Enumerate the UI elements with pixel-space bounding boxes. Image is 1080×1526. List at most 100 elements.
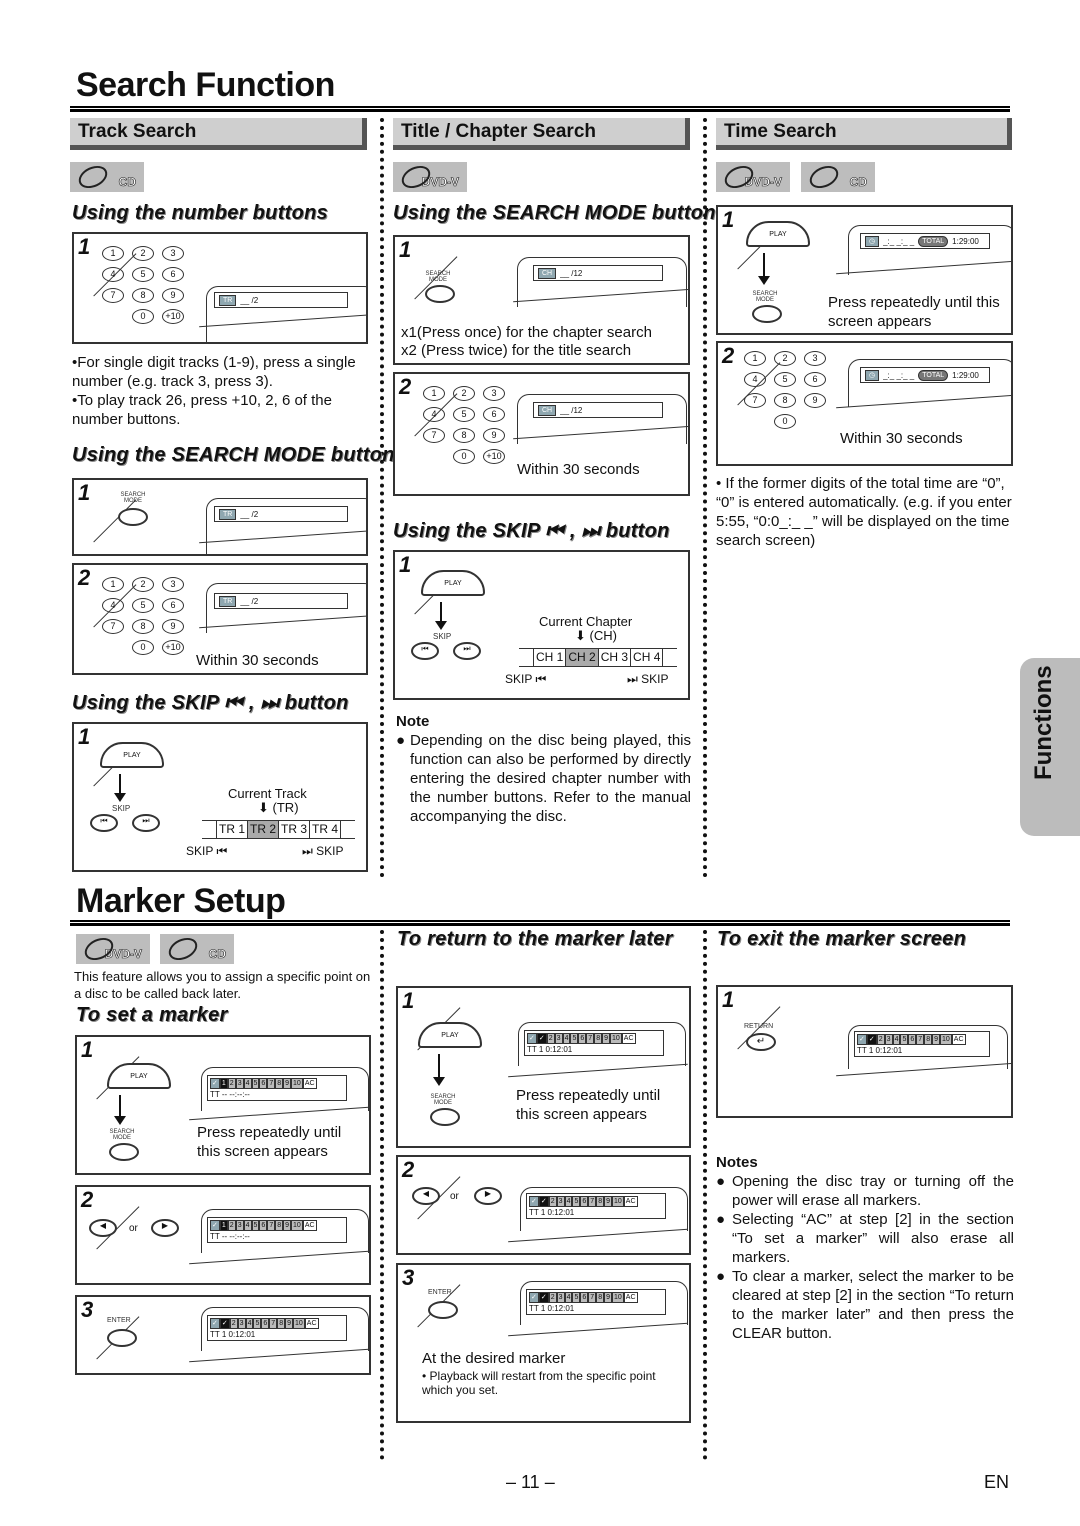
- key-4[interactable]: 4: [102, 267, 124, 282]
- marker-slot: 8: [596, 1292, 605, 1303]
- search-mode-button[interactable]: [118, 508, 148, 526]
- return-button[interactable]: ↵: [746, 1033, 776, 1051]
- key-1[interactable]: 1: [102, 577, 124, 592]
- search-mode-button[interactable]: [425, 285, 455, 303]
- marker-slot: AC: [623, 1196, 638, 1207]
- right-arrow-button[interactable]: ▶: [474, 1187, 502, 1205]
- step-box: 2 123 456 789 0 ◷ _:_ _:_ _ TOTAL 1:29:00 W…: [716, 341, 1013, 466]
- skip-prev-button[interactable]: ⏮: [90, 814, 118, 832]
- page-title-marker-setup: Marker Setup: [76, 882, 286, 920]
- key-4[interactable]: 4: [744, 372, 766, 387]
- key-8[interactable]: 8: [453, 428, 475, 443]
- key-5[interactable]: 5: [774, 372, 796, 387]
- key-1[interactable]: 1: [744, 351, 766, 366]
- step-box: 2 ◀ or ▶ ✓ ✓ 2 3 4 5 6 7 8 9 10 AC TT 1 0:12:01: [396, 1155, 691, 1255]
- marker-slot: 4: [243, 1078, 252, 1089]
- marker-slot: 6: [261, 1318, 270, 1329]
- key-5[interactable]: 5: [453, 407, 475, 422]
- play-button[interactable]: PLAY: [107, 1063, 171, 1089]
- subtitle-skip: Using the SKIP ⏮ , ⏭ button: [393, 520, 670, 542]
- note-item: ● Selecting “AC” at step [2] in the secti…: [716, 1211, 1014, 1266]
- key-7[interactable]: 7: [744, 393, 766, 408]
- key-2[interactable]: 2: [132, 246, 154, 261]
- search-mode-button[interactable]: [109, 1143, 139, 1161]
- play-button[interactable]: PLAY: [100, 742, 164, 768]
- key-1[interactable]: 1: [423, 386, 445, 401]
- search-mode-button[interactable]: [430, 1108, 460, 1126]
- left-arrow-button[interactable]: ◀: [412, 1187, 440, 1205]
- column-divider: [703, 930, 707, 1460]
- key-3[interactable]: 3: [483, 386, 505, 401]
- key-6[interactable]: 6: [483, 407, 505, 422]
- marker-intro: This feature allows you to assign a spec…: [74, 969, 371, 1001]
- skip-next-button[interactable]: ⏭: [132, 814, 160, 832]
- key-0[interactable]: 0: [132, 309, 154, 324]
- check-icon: ✓: [529, 1196, 539, 1207]
- key-0[interactable]: 0: [132, 640, 154, 655]
- marker-slot: 4: [245, 1318, 254, 1329]
- key-4[interactable]: 4: [423, 407, 445, 422]
- search-mode-button[interactable]: [752, 305, 782, 323]
- play-button[interactable]: PLAY: [746, 221, 810, 247]
- step-box: 1 123 456 789 0 +10 TR __ /2: [72, 232, 368, 344]
- right-arrow-button[interactable]: ▶: [151, 1219, 179, 1237]
- key-5[interactable]: 5: [132, 267, 154, 282]
- marker-slot: 2: [227, 1220, 236, 1231]
- key-3[interactable]: 3: [162, 246, 184, 261]
- subtitle-search-mode: Using the SEARCH MODE button: [72, 444, 395, 466]
- key-8[interactable]: 8: [132, 619, 154, 634]
- play-button[interactable]: PLAY: [418, 1022, 482, 1048]
- skip-next-button[interactable]: ⏭: [453, 642, 481, 660]
- enter-button[interactable]: [428, 1301, 458, 1319]
- key-2[interactable]: 2: [453, 386, 475, 401]
- key-3[interactable]: 3: [804, 351, 826, 366]
- skip-prev-button[interactable]: ⏮: [411, 642, 439, 660]
- key-plus10[interactable]: +10: [162, 640, 184, 655]
- key-8[interactable]: 8: [132, 288, 154, 303]
- section-heading-chapter-search: Title / Chapter Search: [393, 118, 690, 150]
- marker-slot: 2: [546, 1033, 555, 1044]
- marker-strip: ✓ ✓ 2 3 4 5 6 7 8 9 10 AC: [210, 1318, 319, 1329]
- key-9[interactable]: 9: [804, 393, 826, 408]
- key-0[interactable]: 0: [453, 449, 475, 464]
- key-8[interactable]: 8: [774, 393, 796, 408]
- left-arrow-button[interactable]: ◀: [89, 1219, 117, 1237]
- key-1[interactable]: 1: [102, 246, 124, 261]
- key-7[interactable]: 7: [423, 428, 445, 443]
- osd-display: TR __ /2: [214, 506, 348, 522]
- key-9[interactable]: 9: [162, 288, 184, 303]
- key-4[interactable]: 4: [102, 598, 124, 613]
- marker-slot: 1: [219, 1078, 228, 1089]
- key-plus10[interactable]: +10: [483, 449, 505, 464]
- marker-strip: ✓ ✓ 2 3 4 5 6 7 8 9 10 AC: [857, 1034, 966, 1045]
- title-rule: [70, 920, 1010, 926]
- play-button[interactable]: PLAY: [421, 570, 485, 596]
- down-arrow-icon: ⬇: [575, 628, 586, 643]
- key-9[interactable]: 9: [162, 619, 184, 634]
- key-6[interactable]: 6: [804, 372, 826, 387]
- key-3[interactable]: 3: [162, 577, 184, 592]
- check-icon: ✓: [857, 1034, 867, 1045]
- key-plus10[interactable]: +10: [162, 309, 184, 324]
- column-divider: [703, 118, 707, 878]
- marker-slot: 8: [924, 1034, 933, 1045]
- marker-slot: 9: [283, 1220, 292, 1231]
- marker-slot: 8: [275, 1078, 284, 1089]
- key-2[interactable]: 2: [774, 351, 796, 366]
- osd-display: CH __ /12: [533, 402, 663, 418]
- key-6[interactable]: 6: [162, 598, 184, 613]
- key-6[interactable]: 6: [162, 267, 184, 282]
- key-0[interactable]: 0: [774, 414, 796, 429]
- step-box: 1 SEARCH MODE CH __ /12 x1(Press once) fo…: [393, 235, 690, 365]
- key-7[interactable]: 7: [102, 288, 124, 303]
- key-7[interactable]: 7: [102, 619, 124, 634]
- key-5[interactable]: 5: [132, 598, 154, 613]
- check-icon: ✓: [210, 1220, 220, 1231]
- key-2[interactable]: 2: [132, 577, 154, 592]
- key-9[interactable]: 9: [483, 428, 505, 443]
- number-keypad: 123 456 789 0 +10: [102, 246, 184, 324]
- enter-button[interactable]: [107, 1329, 137, 1347]
- cd-badge: CD: [801, 161, 875, 193]
- step-box: 1 PLAY SKIP ⏮ ⏭ Current Track ⬇ (TR) TR …: [72, 722, 368, 872]
- page-number: – 11 –: [506, 1472, 555, 1492]
